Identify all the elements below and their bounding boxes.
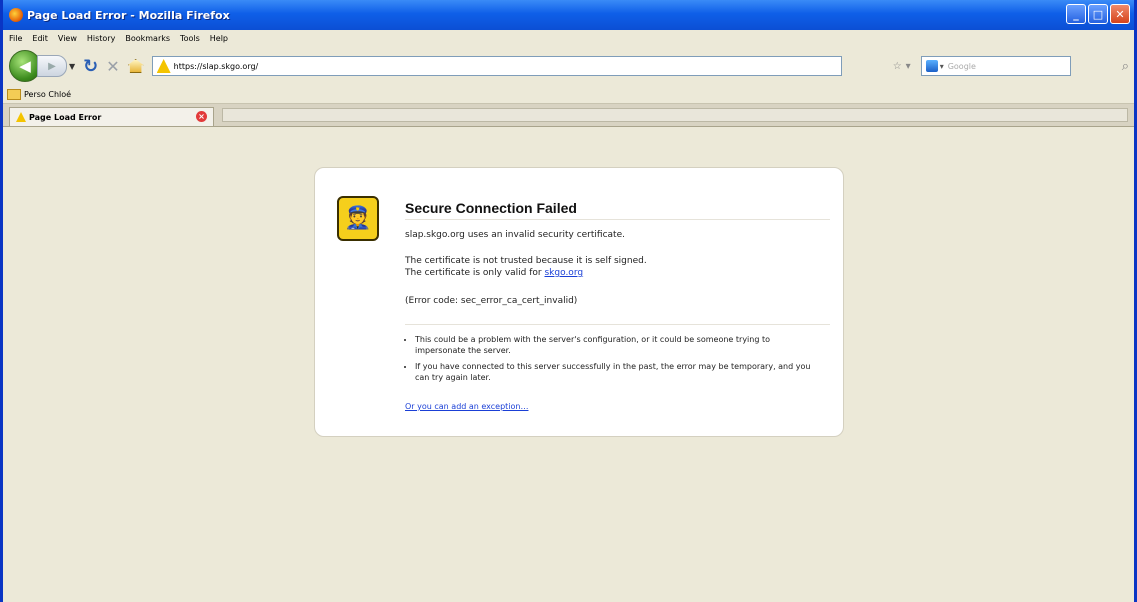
tab-warning-icon: [16, 112, 26, 122]
error-code: (Error code: sec_error_ca_cert_invalid): [405, 296, 578, 306]
search-magnifier-icon[interactable]: ⌕: [1122, 59, 1129, 74]
url-bar-actions: ☆ ▾: [893, 61, 911, 72]
menu-edit[interactable]: Edit: [32, 34, 48, 43]
search-box[interactable]: ▾ Google: [920, 56, 1071, 76]
error-suggestions: This could be a problem with the server'…: [405, 334, 815, 388]
security-officer-icon: 👮: [337, 196, 379, 241]
folder-icon: [7, 89, 21, 100]
add-exception-link[interactable]: Or you can add an exception…: [405, 402, 529, 411]
bookmark-folder[interactable]: Perso Chloé: [24, 90, 71, 99]
history-dropdown-icon[interactable]: ▼: [69, 62, 75, 71]
search-input[interactable]: Google: [948, 62, 976, 71]
valid-domain-link[interactable]: skgo.org: [544, 268, 583, 278]
menu-file[interactable]: File: [9, 34, 22, 43]
tab-strip-empty: [222, 108, 1128, 122]
error-detail-untrusted: The certificate is not trusted because i…: [405, 256, 647, 266]
error-detail-valid-for: The certificate is only valid for skgo.o…: [405, 268, 583, 278]
tab-bar: Page Load Error ×: [3, 104, 1134, 127]
search-engine-icon[interactable]: [925, 60, 938, 72]
window-controls: _ □ ✕: [1066, 4, 1130, 24]
window-title: Page Load Error - Mozilla Firefox: [27, 8, 230, 22]
error-card: 👮 Secure Connection Failed slap.skgo.org…: [314, 167, 844, 437]
warning-icon: [156, 59, 171, 73]
reload-icon[interactable]: ↻: [83, 56, 98, 77]
tab-page-load-error[interactable]: Page Load Error ×: [9, 107, 214, 126]
list-item: If you have connected to this server suc…: [415, 361, 815, 383]
bookmarks-toolbar: Perso Chloé: [3, 86, 1134, 104]
maximize-button[interactable]: □: [1088, 4, 1108, 24]
details-divider: [405, 324, 830, 325]
menu-bar: File Edit View History Bookmarks Tools H…: [3, 30, 1137, 46]
browser-window: Page Load Error - Mozilla Firefox _ □ ✕ …: [0, 0, 1137, 602]
menu-bookmarks[interactable]: Bookmarks: [125, 34, 170, 43]
url-dropdown-icon[interactable]: ▾: [906, 61, 911, 72]
bookmark-star-icon[interactable]: ☆: [893, 61, 902, 72]
menu-view[interactable]: View: [58, 34, 77, 43]
menu-help[interactable]: Help: [210, 34, 228, 43]
forward-button[interactable]: ▶: [37, 55, 67, 77]
home-icon[interactable]: [127, 59, 144, 73]
title-bar: Page Load Error - Mozilla Firefox _ □ ✕: [3, 0, 1134, 30]
minimize-button[interactable]: _: [1066, 4, 1086, 24]
menu-tools[interactable]: Tools: [180, 34, 200, 43]
stop-icon[interactable]: ✕: [106, 57, 119, 76]
url-text[interactable]: https://slap.skgo.org/: [174, 62, 259, 71]
tab-close-icon[interactable]: ×: [196, 111, 207, 122]
valid-for-prefix: The certificate is only valid for: [405, 268, 545, 278]
page-content: 👮 Secure Connection Failed slap.skgo.org…: [3, 127, 1134, 602]
search-engine-dropdown-icon[interactable]: ▾: [940, 62, 944, 71]
list-item: This could be a problem with the server'…: [415, 334, 815, 356]
tab-label: Page Load Error: [29, 112, 102, 122]
menu-history[interactable]: History: [87, 34, 115, 43]
firefox-icon: [9, 8, 23, 22]
forward-arrow-icon: ▶: [48, 60, 56, 72]
error-title: Secure Connection Failed: [405, 200, 577, 216]
error-description: slap.skgo.org uses an invalid security c…: [405, 230, 625, 240]
url-bar[interactable]: https://slap.skgo.org/: [151, 56, 842, 76]
back-arrow-icon: ◀: [19, 57, 31, 75]
close-button[interactable]: ✕: [1110, 4, 1130, 24]
navigation-toolbar: ◀ ▶ ▼ ↻ ✕ https://slap.skgo.org/ ☆ ▾ ▾ G…: [3, 46, 1134, 86]
title-divider: [405, 219, 830, 220]
